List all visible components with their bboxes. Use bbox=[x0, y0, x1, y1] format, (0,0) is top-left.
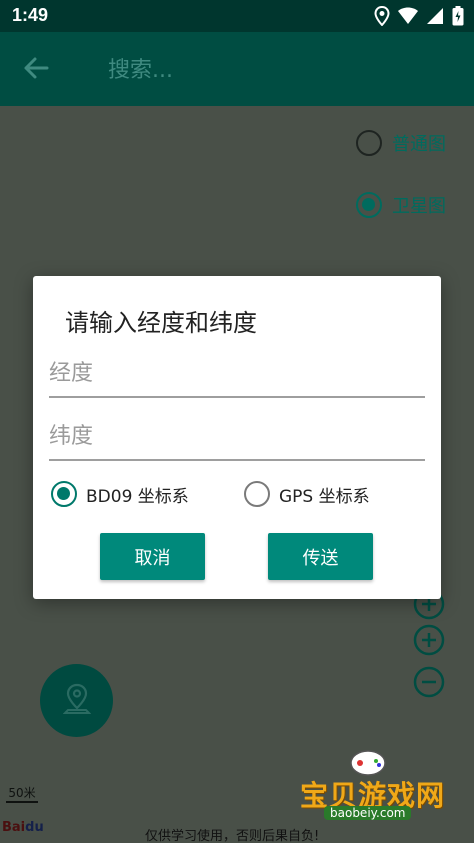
map-pin-icon bbox=[62, 683, 91, 719]
plus-circle-icon bbox=[413, 624, 445, 660]
radio-ring-selected bbox=[356, 192, 382, 218]
back-button[interactable] bbox=[18, 52, 54, 88]
map-type-normal-radio[interactable]: 普通图 bbox=[356, 130, 446, 156]
app-bar bbox=[0, 32, 474, 106]
send-button[interactable]: 传送 bbox=[268, 533, 373, 580]
map-scale: 50米 bbox=[6, 784, 38, 803]
location-fab[interactable] bbox=[40, 664, 113, 737]
longitude-input[interactable] bbox=[49, 354, 425, 398]
coord-option-label: GPS 坐标系 bbox=[279, 486, 370, 507]
bd09-radio[interactable]: BD09 坐标系 bbox=[51, 481, 189, 507]
battery-icon bbox=[452, 6, 464, 26]
latitude-input[interactable] bbox=[49, 417, 425, 461]
arrow-left-icon bbox=[23, 56, 49, 84]
coordinate-dialog: 请输入经度和纬度 BD09 坐标系 GPS 坐标系 取消 传送 bbox=[33, 276, 441, 599]
map-type-satellite-radio[interactable]: 卫星图 bbox=[356, 192, 446, 218]
gps-radio[interactable]: GPS 坐标系 bbox=[244, 481, 370, 507]
watermark-url: baobeiy.com bbox=[324, 806, 412, 820]
cancel-button[interactable]: 取消 bbox=[100, 533, 205, 580]
zoom-in-button[interactable] bbox=[413, 624, 445, 660]
status-icons bbox=[374, 6, 464, 26]
coord-option-label: BD09 坐标系 bbox=[86, 486, 189, 507]
minus-circle-icon bbox=[413, 666, 445, 702]
map-type-label: 普通图 bbox=[392, 134, 446, 155]
disclaimer-text: 仅供学习使用，否则后果自负! bbox=[145, 829, 320, 843]
map-type-label: 卫星图 bbox=[392, 196, 446, 217]
watermark: 宝贝游戏网 baobeiy.com bbox=[296, 746, 446, 836]
status-time: 1:49 bbox=[12, 5, 49, 25]
baidu-logo: Baidu bbox=[2, 820, 44, 835]
dialog-title: 请输入经度和纬度 bbox=[65, 309, 257, 337]
zoom-out-button[interactable] bbox=[413, 666, 445, 702]
location-icon bbox=[374, 6, 390, 26]
radio-ring bbox=[356, 130, 382, 156]
status-bar: 1:49 bbox=[0, 0, 474, 32]
signal-icon bbox=[426, 7, 444, 25]
wifi-icon bbox=[398, 7, 418, 25]
radio-ring bbox=[244, 481, 270, 507]
radio-ring-selected bbox=[51, 481, 77, 507]
search-input[interactable] bbox=[108, 52, 408, 88]
